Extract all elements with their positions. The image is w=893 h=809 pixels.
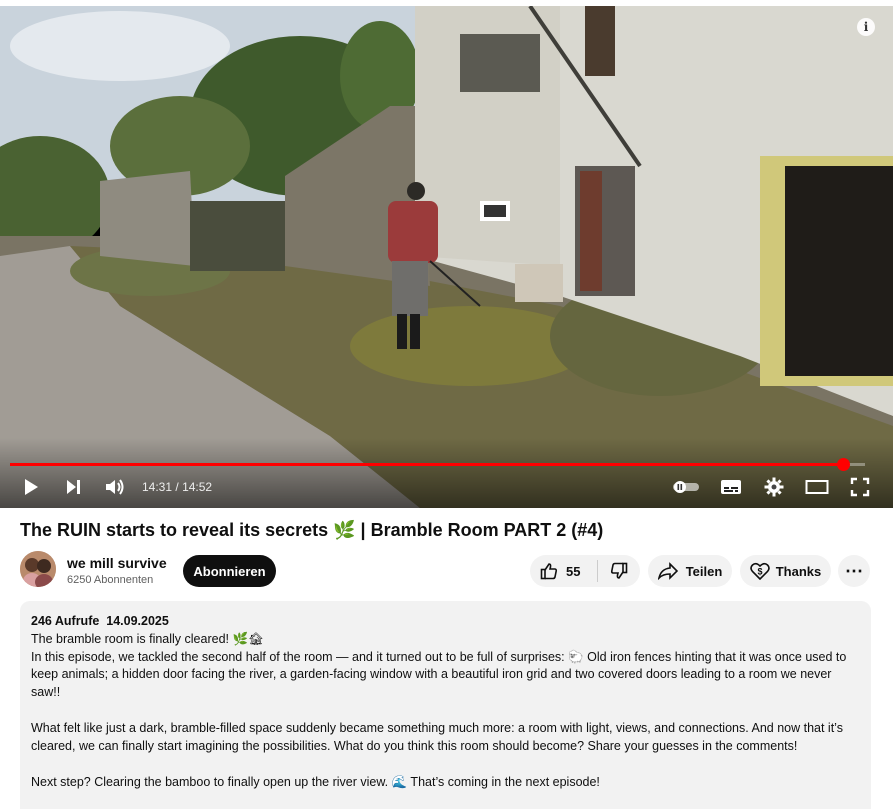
time-separator: / (175, 480, 179, 494)
time-display: 14:31 / 14:52 (142, 480, 212, 494)
description-paragraph-2: What felt like just a dark, bramble-fill… (31, 720, 843, 753)
autoplay-toggle[interactable] (670, 474, 702, 500)
video-player[interactable]: i 14:31 / 14:52 (0, 6, 893, 508)
like-dislike-group: 55 (530, 555, 640, 587)
like-button[interactable]: 55 (530, 555, 597, 587)
time-current: 14:31 (142, 480, 173, 494)
autoplay-toggle-icon (673, 481, 699, 493)
thanks-label: Thanks (775, 563, 822, 579)
progress-scrubber-handle[interactable] (836, 458, 850, 471)
thumbs-down-icon (610, 562, 628, 579)
time-total: 14:52 (182, 480, 213, 494)
info-icon[interactable]: i (857, 18, 875, 36)
progress-bar[interactable] (10, 458, 865, 471)
fullscreen-icon (850, 477, 870, 497)
video-title: The RUIN starts to reveal its secrets 🌿 … (20, 520, 604, 540)
progress-played (10, 463, 843, 466)
description-line-1: The bramble room is finally cleared! 🌿🏚 (31, 631, 264, 646)
thanks-heart-dollar-icon: $ (749, 562, 770, 580)
play-icon (25, 479, 38, 495)
theater-mode-icon (805, 480, 829, 494)
subscriber-count: 6250 Abonnenten (67, 574, 154, 586)
like-count: 55 (566, 563, 581, 579)
subtitles-button[interactable] (718, 474, 744, 500)
view-count: 246 Aufrufe (31, 614, 100, 628)
next-button[interactable] (60, 474, 86, 500)
thanks-button[interactable]: $ Thanks (740, 555, 831, 587)
share-label: Teilen (685, 563, 723, 579)
description-box[interactable]: 246 Aufrufe 14.09.2025 The bramble room … (20, 601, 871, 809)
share-button[interactable]: Teilen (648, 555, 732, 587)
more-icon: ⋯ (845, 560, 863, 581)
avatar-image (20, 551, 56, 587)
subscribe-button[interactable]: Abonnieren (183, 555, 276, 587)
upload-date: 14.09.2025 (106, 614, 169, 628)
description-content: 246 Aufrufe 14.09.2025 The bramble room … (31, 613, 856, 791)
channel-avatar[interactable] (20, 551, 56, 587)
channel-name[interactable]: we mill survive (67, 555, 167, 571)
description-paragraph-3: Next step? Clearing the bamboo to finall… (31, 774, 600, 789)
thumbs-up-icon (540, 563, 558, 580)
settings-icon (764, 477, 784, 497)
play-button[interactable] (18, 474, 44, 500)
volume-icon (106, 479, 124, 495)
dislike-button[interactable] (598, 555, 640, 587)
subtitles-icon (721, 480, 741, 494)
settings-button[interactable] (761, 474, 787, 500)
description-paragraph-1: In this episode, we tackled the second h… (31, 649, 847, 700)
controls-gradient (0, 438, 893, 508)
video-frame (0, 6, 893, 508)
theater-mode-button[interactable] (804, 474, 830, 500)
description-meta: 246 Aufrufe 14.09.2025 (31, 613, 856, 631)
more-actions-button[interactable]: ⋯ (838, 555, 870, 587)
mute-button[interactable] (102, 474, 128, 500)
next-icon (67, 480, 80, 494)
share-icon (657, 562, 678, 580)
svg-text:$: $ (757, 567, 762, 577)
fullscreen-button[interactable] (847, 474, 873, 500)
